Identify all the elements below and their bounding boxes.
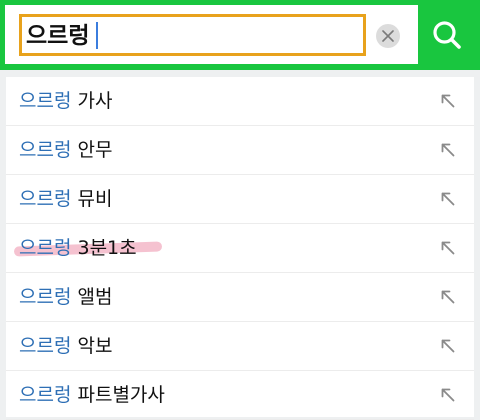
search-bar: 으르렁	[0, 0, 480, 70]
suggestion-item[interactable]: 으르렁 파트별가사	[6, 371, 474, 420]
suggestion-list: 으르렁 가사 으르렁 안무 으르렁 뮤비 으르렁 3분1초 으르렁 앨범 으르렁…	[6, 77, 474, 420]
suggestion-keyword: 으르렁	[19, 188, 72, 210]
arrow-up-left-icon[interactable]	[440, 387, 456, 403]
text-caret	[96, 22, 98, 49]
suggestion-suffix: 뮤비	[71, 188, 113, 210]
suggestion-keyword: 으르렁	[19, 286, 72, 308]
suggestion-item[interactable]: 으르렁 앨범	[6, 273, 474, 322]
arrow-up-left-icon[interactable]	[440, 191, 456, 207]
suggestion-item[interactable]: 으르렁 가사	[6, 77, 474, 126]
suggestion-keyword: 으르렁	[19, 237, 72, 259]
suggestion-suffix: 안무	[71, 139, 113, 161]
search-input[interactable]: 으르렁	[19, 14, 366, 56]
search-button[interactable]	[418, 5, 476, 64]
arrow-up-left-icon[interactable]	[440, 338, 456, 354]
suggestion-item[interactable]: 으르렁 악보	[6, 322, 474, 371]
arrow-up-left-icon[interactable]	[440, 93, 456, 109]
suggestion-item[interactable]: 으르렁 안무	[6, 126, 474, 175]
search-input-area[interactable]: 으르렁	[5, 5, 418, 64]
clear-x-icon	[382, 30, 394, 42]
suggestion-item[interactable]: 으르렁 뮤비	[6, 175, 474, 224]
suggestion-suffix: 3분1초	[71, 237, 137, 259]
clear-button[interactable]	[376, 24, 400, 48]
suggestion-suffix: 가사	[71, 90, 113, 112]
suggestion-text: 으르렁 3분1초	[19, 234, 137, 262]
suggestion-text: 으르렁 안무	[19, 136, 112, 164]
suggestion-text: 으르렁 가사	[19, 87, 112, 115]
search-query-text: 으르렁	[26, 23, 90, 49]
arrow-up-left-icon[interactable]	[440, 142, 456, 158]
magnifier-icon	[433, 21, 461, 49]
suggestion-text: 으르렁 파트별가사	[19, 381, 165, 409]
arrow-up-left-icon[interactable]	[440, 240, 456, 256]
arrow-up-left-icon[interactable]	[440, 289, 456, 305]
suggestion-text: 으르렁 뮤비	[19, 185, 112, 213]
suggestion-keyword: 으르렁	[19, 139, 72, 161]
suggestion-keyword: 으르렁	[19, 335, 72, 357]
suggestion-text: 으르렁 악보	[19, 332, 112, 360]
suggestion-suffix: 악보	[71, 335, 113, 357]
suggestion-text: 으르렁 앨범	[19, 283, 112, 311]
suggestion-item[interactable]: 으르렁 3분1초	[6, 224, 474, 273]
suggestion-suffix: 앨범	[71, 286, 113, 308]
suggestion-keyword: 으르렁	[19, 90, 72, 112]
